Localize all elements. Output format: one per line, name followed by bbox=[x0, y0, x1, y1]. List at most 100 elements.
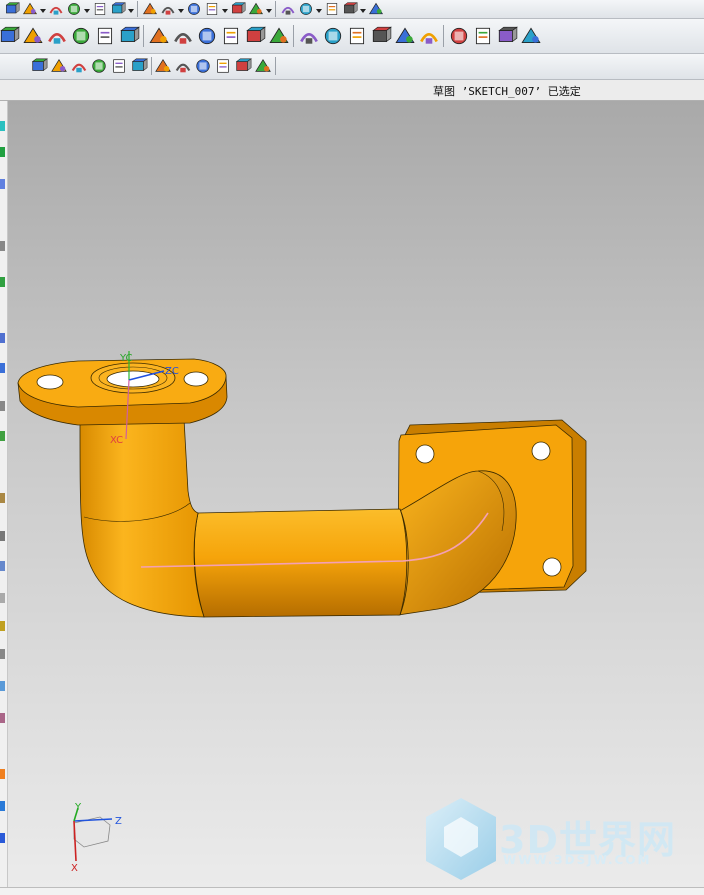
graphics-window[interactable]: YC ZC XC Z Y X bbox=[8, 101, 704, 887]
view-triad[interactable]: Z Y X bbox=[71, 802, 122, 874]
pin-icon[interactable] bbox=[234, 57, 252, 75]
resource-tab-icon[interactable] bbox=[0, 681, 5, 691]
trim-body-icon[interactable] bbox=[472, 25, 494, 47]
chamfer-icon[interactable] bbox=[220, 25, 242, 47]
measure-icon[interactable] bbox=[298, 1, 314, 17]
curve-icon[interactable] bbox=[110, 57, 128, 75]
surface-icon[interactable] bbox=[148, 25, 170, 47]
dropdown-arrow-icon[interactable] bbox=[40, 9, 46, 13]
resource-tab-icon[interactable] bbox=[0, 561, 5, 571]
tangent-icon[interactable] bbox=[214, 57, 232, 75]
triad-x-label: X bbox=[71, 863, 78, 874]
model-canvas: YC ZC XC Z Y X bbox=[17, 351, 587, 880]
wand-icon[interactable] bbox=[342, 1, 358, 17]
resource-tab-icon[interactable] bbox=[0, 833, 5, 843]
resource-tab-icon[interactable] bbox=[0, 333, 5, 343]
hole-icon[interactable] bbox=[66, 1, 82, 17]
triad-z-label: Z bbox=[115, 816, 122, 827]
shell-icon[interactable] bbox=[94, 25, 116, 47]
resource-tab-icon[interactable] bbox=[0, 147, 5, 157]
table-icon[interactable] bbox=[280, 1, 296, 17]
blend-icon[interactable] bbox=[196, 25, 218, 47]
view-cube-icon[interactable] bbox=[92, 1, 108, 17]
sketch-icon[interactable] bbox=[4, 1, 20, 17]
dropdown-arrow-icon[interactable] bbox=[316, 9, 322, 13]
mirror-icon[interactable] bbox=[448, 25, 470, 47]
flag-icon[interactable] bbox=[368, 1, 384, 17]
replace-face-icon[interactable] bbox=[370, 25, 392, 47]
resource-tab-icon[interactable] bbox=[0, 431, 5, 441]
feature-icon[interactable] bbox=[48, 1, 64, 17]
yc-label: YC bbox=[119, 353, 133, 364]
toolbar-separator bbox=[143, 25, 144, 47]
arrow-icon[interactable] bbox=[230, 1, 246, 17]
watermark-logo bbox=[426, 798, 496, 880]
xc-label: XC bbox=[110, 435, 123, 446]
resource-tab-icon[interactable] bbox=[0, 493, 5, 503]
resource-tab-icon[interactable] bbox=[0, 241, 5, 251]
resource-tab-icon[interactable] bbox=[0, 593, 5, 603]
dropdown-arrow-icon[interactable] bbox=[178, 9, 184, 13]
pocket-icon[interactable] bbox=[244, 25, 266, 47]
extrude-icon[interactable] bbox=[0, 25, 20, 47]
sweep-icon[interactable] bbox=[46, 25, 68, 47]
line-icon[interactable] bbox=[70, 57, 88, 75]
resource-tab-icon[interactable] bbox=[0, 621, 5, 631]
box-feature-icon[interactable] bbox=[70, 25, 92, 47]
toolbar-separator bbox=[293, 25, 294, 47]
box-small-icon[interactable] bbox=[254, 57, 272, 75]
frame-icon[interactable] bbox=[204, 1, 220, 17]
move-face-icon[interactable] bbox=[298, 25, 320, 47]
cylinder-icon[interactable] bbox=[520, 25, 542, 47]
resource-tab-icon[interactable] bbox=[0, 713, 5, 723]
diamond-icon[interactable] bbox=[324, 1, 340, 17]
resource-tab-icon[interactable] bbox=[0, 649, 5, 659]
plus-icon[interactable] bbox=[194, 57, 212, 75]
split-body-icon[interactable] bbox=[496, 25, 518, 47]
resource-tab-icon[interactable] bbox=[0, 363, 5, 373]
dropdown-arrow-icon[interactable] bbox=[222, 9, 228, 13]
resource-tab-icon[interactable] bbox=[0, 531, 5, 541]
scale-icon[interactable] bbox=[418, 25, 440, 47]
resource-tab-icon[interactable] bbox=[0, 801, 5, 811]
triad-y-label: Y bbox=[74, 802, 82, 813]
status-message: 草图 ’SKETCH_007’ 已选定 bbox=[433, 85, 581, 98]
intersection-icon[interactable] bbox=[130, 57, 148, 75]
color-icon[interactable] bbox=[186, 1, 202, 17]
block-icon[interactable] bbox=[118, 25, 140, 47]
revolve-icon[interactable] bbox=[22, 25, 44, 47]
solid-icon[interactable] bbox=[142, 1, 158, 17]
resource-tab-icon[interactable] bbox=[0, 179, 5, 189]
offset-face-icon[interactable] bbox=[322, 25, 344, 47]
dropdown-arrow-icon[interactable] bbox=[266, 9, 272, 13]
dropdown-arrow-icon[interactable] bbox=[360, 9, 366, 13]
resource-tab-icon[interactable] bbox=[0, 277, 5, 287]
dropdown-arrow-icon[interactable] bbox=[84, 9, 90, 13]
circle-snap-icon[interactable] bbox=[174, 57, 192, 75]
center-icon[interactable] bbox=[154, 57, 172, 75]
select-icon[interactable] bbox=[248, 1, 264, 17]
box-icon[interactable] bbox=[160, 1, 176, 17]
dropdown-arrow-icon[interactable] bbox=[128, 9, 134, 13]
point-snap-icon[interactable] bbox=[50, 57, 68, 75]
resource-tab-icon[interactable] bbox=[0, 121, 5, 131]
resource-bar[interactable] bbox=[0, 101, 8, 887]
boss-icon[interactable] bbox=[268, 25, 290, 47]
resource-tab-icon[interactable] bbox=[0, 769, 5, 779]
resource-tab-icon[interactable] bbox=[0, 401, 5, 411]
fold-icon[interactable] bbox=[172, 25, 194, 47]
oval-flange[interactable] bbox=[17, 358, 228, 426]
delete-face-icon[interactable] bbox=[346, 25, 368, 47]
rotate-view-icon[interactable] bbox=[22, 1, 38, 17]
flange-bolt-hole bbox=[542, 557, 562, 577]
arc-icon[interactable] bbox=[90, 57, 108, 75]
flange-bolt-hole bbox=[415, 444, 435, 464]
flange-bolt-hole bbox=[531, 441, 551, 461]
pattern-face-icon[interactable] bbox=[394, 25, 416, 47]
left-elbow[interactable] bbox=[79, 418, 205, 618]
shading-icon[interactable] bbox=[110, 1, 126, 17]
toolbar-separator bbox=[151, 57, 152, 75]
flange-bolt-hole bbox=[183, 371, 209, 387]
toolbar-separator bbox=[443, 25, 444, 47]
snap-icon[interactable] bbox=[30, 57, 48, 75]
